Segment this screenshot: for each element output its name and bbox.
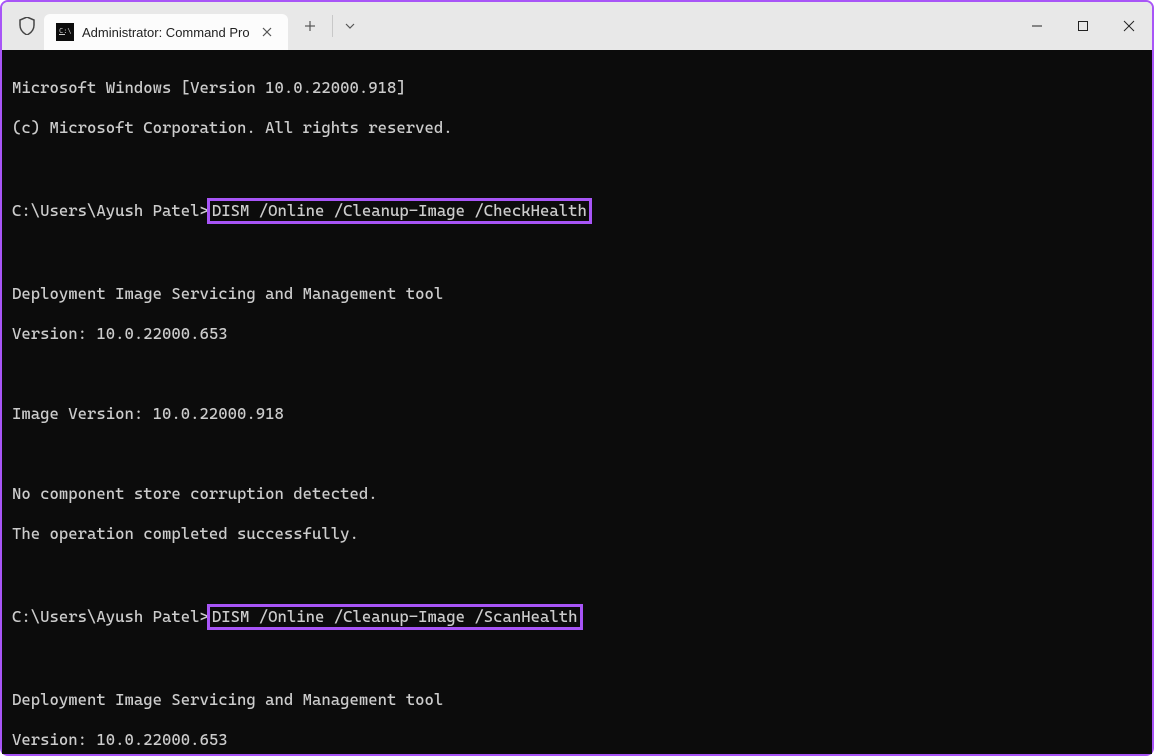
prompt: C:\Users\Ayush Patel> [12,201,209,220]
cmd-icon: C:\ [56,23,74,41]
prompt: C:\Users\Ayush Patel> [12,607,209,626]
terminal-line: Image Version: 10.0.22000.918 [12,404,1142,424]
tab-title: Administrator: Command Pro [82,25,250,40]
terminal-output[interactable]: Microsoft Windows [Version 10.0.22000.91… [2,50,1152,754]
terminal-line: Version: 10.0.22000.653 [12,730,1142,750]
tab-close-button[interactable] [258,23,276,41]
tab-dropdown-button[interactable] [332,15,368,37]
titlebar: C:\ Administrator: Command Pro [2,2,1152,50]
terminal-line: Deployment Image Servicing and Managemen… [12,690,1142,710]
shield-icon [18,17,36,35]
terminal-line: The operation completed successfully. [12,524,1142,544]
minimize-button[interactable] [1014,2,1060,50]
new-tab-button[interactable] [292,8,328,44]
highlighted-command: DISM /Online /Cleanup-Image /ScanHealth [207,604,583,630]
svg-text:C:\: C:\ [59,27,72,35]
highlighted-command: DISM /Online /Cleanup-Image /CheckHealth [207,198,592,224]
terminal-line: No component store corruption detected. [12,484,1142,504]
active-tab[interactable]: C:\ Administrator: Command Pro [44,14,288,50]
terminal-line: Version: 10.0.22000.653 [12,324,1142,344]
terminal-prompt-line: C:\Users\Ayush Patel>DISM /Online /Clean… [12,604,1142,630]
close-button[interactable] [1106,2,1152,50]
terminal-line: Microsoft Windows [Version 10.0.22000.91… [12,78,1142,98]
terminal-line: (c) Microsoft Corporation. All rights re… [12,118,1142,138]
terminal-line: Deployment Image Servicing and Managemen… [12,284,1142,304]
maximize-button[interactable] [1060,2,1106,50]
terminal-prompt-line: C:\Users\Ayush Patel>DISM /Online /Clean… [12,198,1142,224]
